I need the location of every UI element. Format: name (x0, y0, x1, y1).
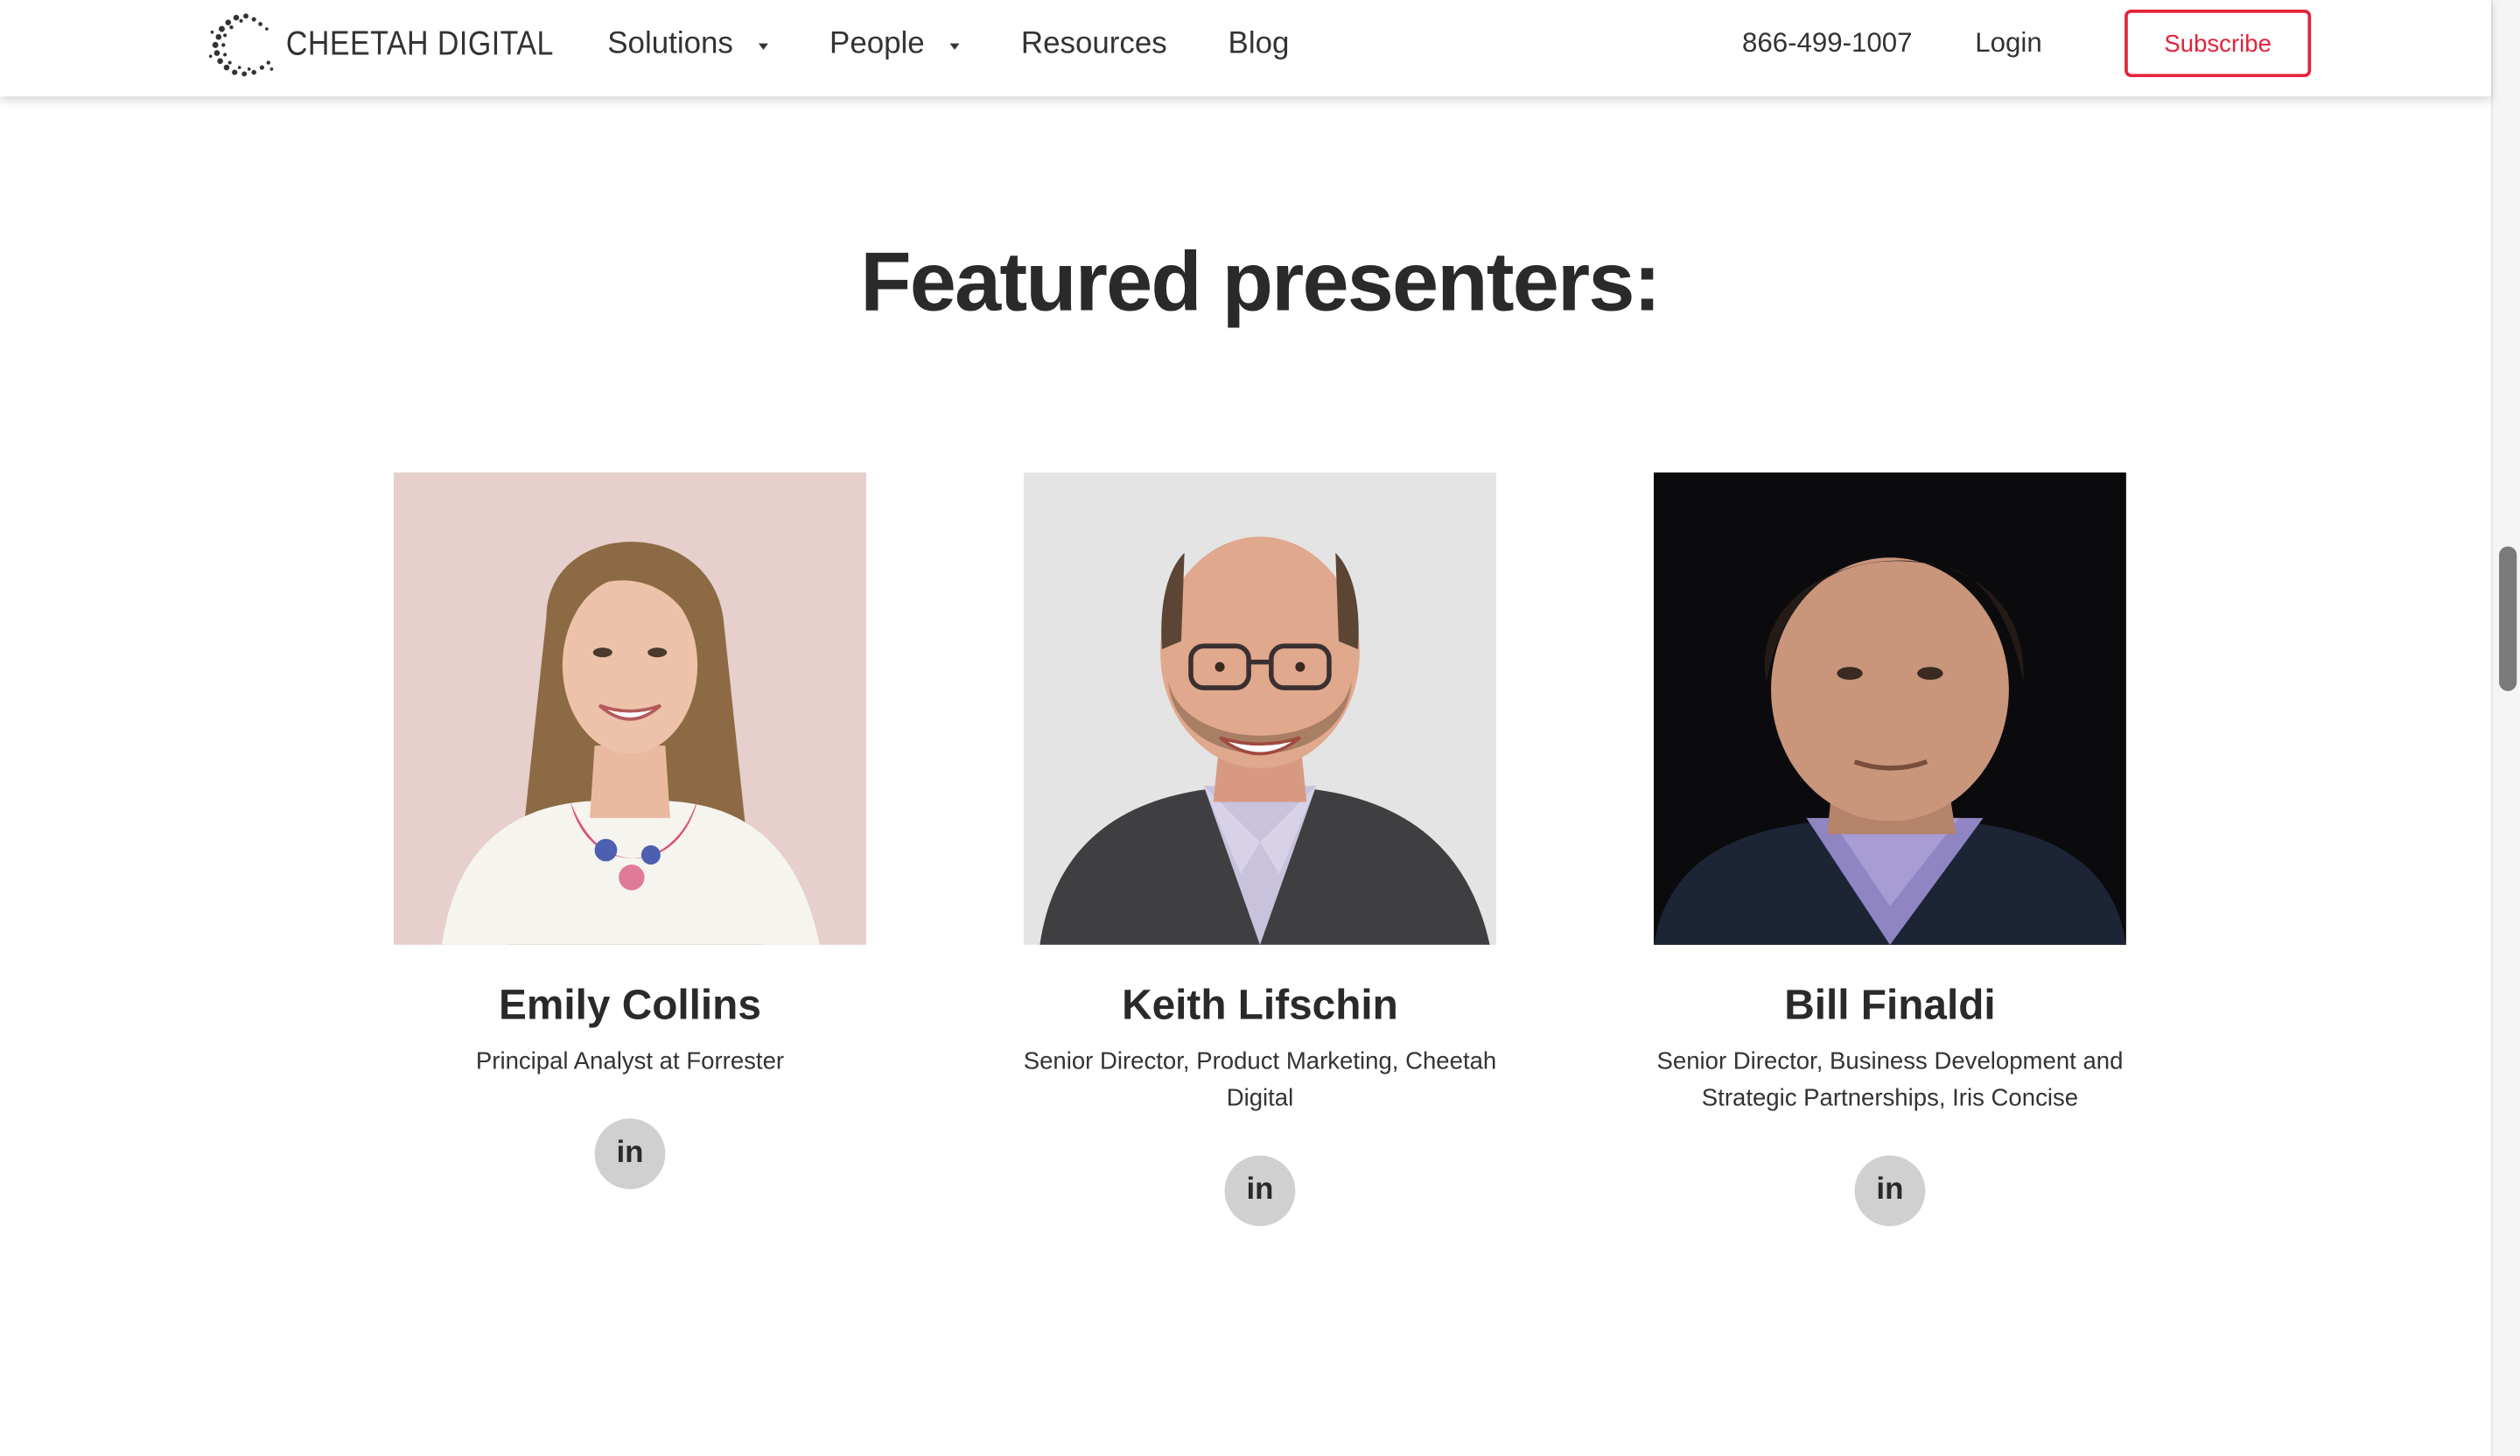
presenter-card: Bill Finaldi Senior Director, Business D… (1653, 472, 2126, 1227)
nav-item-solutions[interactable]: Solutions (607, 27, 769, 62)
top-navigation-bar: CHEETAH DIGITAL Solutions People Resourc… (0, 0, 2491, 97)
presenter-photo (1023, 472, 1496, 945)
nav-item-label: People (830, 27, 925, 61)
vertical-scrollbar[interactable] (2490, 0, 2520, 1456)
nav-item-label: Resources (1020, 27, 1167, 61)
presenter-role: Senior Director, Product Marketing, Chee… (1023, 1047, 1497, 1112)
nav-item-resources[interactable]: Resources (1021, 27, 1167, 62)
nav-item-blog[interactable]: Blog (1228, 27, 1290, 62)
main-nav: Solutions People Resources Blog (607, 0, 1350, 90)
section-title: Featured presenters: (860, 235, 1661, 330)
logo-text: CHEETAH DIGITAL (285, 25, 554, 63)
logo-mark-icon (208, 13, 274, 77)
presenter-name: Keith Lifschin (1122, 980, 1398, 1029)
linkedin-icon[interactable]: in (1854, 1155, 1926, 1227)
presenter-card: Emily Collins Principal Analyst at Forre… (393, 472, 866, 1190)
scrollbar-thumb[interactable] (2499, 546, 2517, 691)
phone-number-link[interactable]: 866-499-1007 (1742, 27, 1912, 60)
caret-down-icon (759, 43, 769, 50)
presenter-role: Senior Director, Business Development an… (1656, 1047, 2124, 1112)
presenter-name: Bill Finaldi (1784, 980, 1996, 1029)
subscribe-button[interactable]: Subscribe (2124, 10, 2312, 78)
presenter-card: Keith Lifschin Senior Director, Product … (1023, 472, 1496, 1227)
caret-down-icon (950, 43, 961, 50)
page: CHEETAH DIGITAL Solutions People Resourc… (0, 0, 2520, 1456)
cheetah-digital-logo[interactable]: CHEETAH DIGITAL (208, 8, 591, 81)
linkedin-icon[interactable]: in (594, 1118, 666, 1190)
nav-item-label: Blog (1228, 27, 1290, 61)
nav-item-people[interactable]: People (830, 27, 961, 62)
nav-item-label: Solutions (607, 27, 733, 61)
login-link[interactable]: Login (1975, 27, 2041, 60)
presenter-photo (1653, 472, 2126, 945)
presenter-role: Principal Analyst at Forrester (475, 1047, 785, 1075)
presenter-photo (393, 472, 866, 945)
presenter-name: Emily Collins (499, 980, 761, 1029)
linkedin-icon[interactable]: in (1224, 1155, 1296, 1227)
